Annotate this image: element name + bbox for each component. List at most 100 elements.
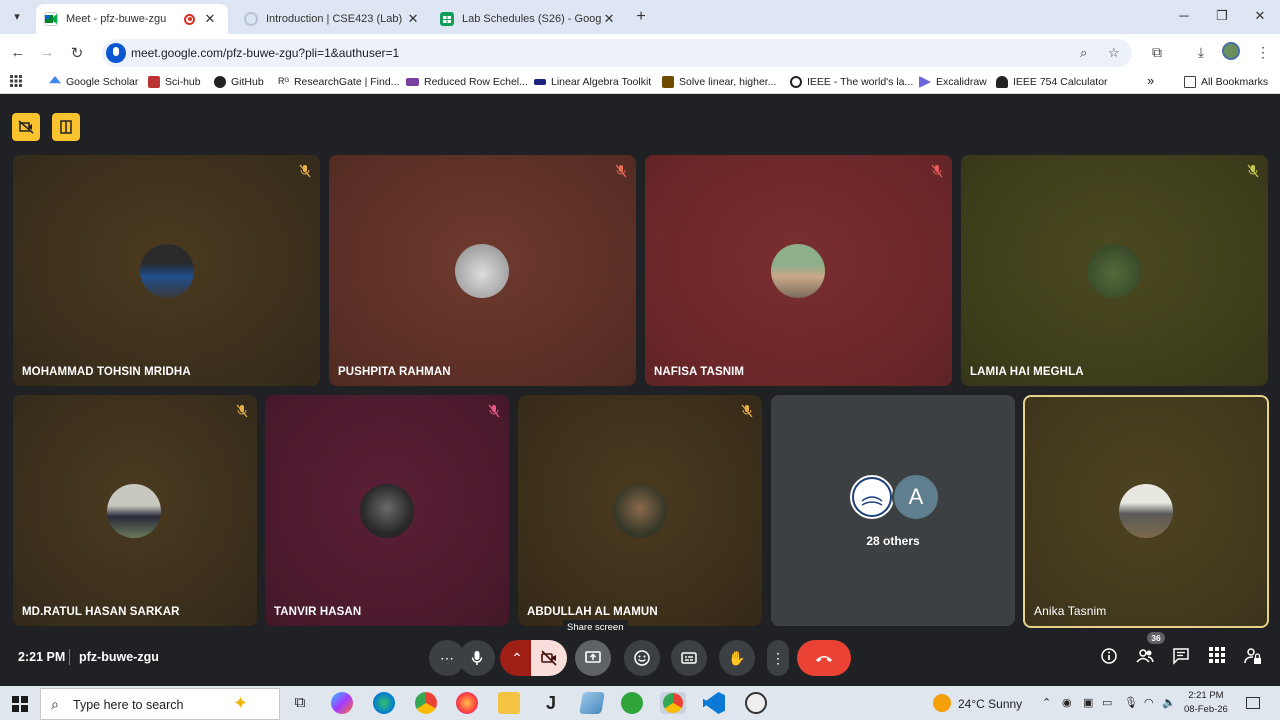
copilot-icon[interactable] (331, 692, 353, 714)
taskbar-search-box[interactable]: ⌕ Type here to search ✦ (40, 688, 280, 720)
participant-tile[interactable]: TANVIR HASAN (265, 395, 509, 626)
share-screen-tooltip: Share screen (563, 620, 628, 635)
tab-meet[interactable]: Meet - pfz-buwe-zgu ✕ (36, 4, 228, 34)
participant-tile[interactable]: MD.RATUL HASAN SARKAR (13, 395, 257, 626)
task-view-icon[interactable]: ⧉ (289, 692, 311, 714)
usb-tray-icon[interactable]: ▭ (1102, 696, 1112, 709)
tab-introduction[interactable]: Introduction | CSE423 (Lab) | CC ✕ (236, 4, 428, 34)
scihub-icon (148, 76, 160, 88)
taskbar-clock[interactable]: 2:21 PM 08-Feb-26 (1184, 689, 1228, 717)
participant-name: PUSHPITA RAHMAN (338, 366, 451, 378)
show-hidden-icons-icon[interactable]: ⌃ (1042, 696, 1051, 709)
bookmark-researchgate[interactable]: Rᴳ ResearchGate | Find... (278, 76, 399, 88)
participant-tile[interactable]: NAFISA TASNIM (645, 155, 952, 386)
more-options-button[interactable]: ⋮ (767, 640, 789, 676)
maximize-icon[interactable]: ❐ (1212, 8, 1232, 24)
captions-button[interactable] (671, 640, 707, 676)
forward-icon[interactable]: → (38, 44, 56, 61)
reactions-button[interactable] (624, 640, 660, 676)
download-icon[interactable]: ⤓ (1192, 44, 1210, 61)
host-controls-button[interactable] (1242, 647, 1264, 669)
scholar-icon (49, 76, 61, 84)
search-highlight-icon: ✦ (233, 693, 249, 713)
bookmark-github[interactable]: GitHub (214, 76, 264, 88)
file-explorer-icon[interactable] (498, 692, 520, 714)
camera-button[interactable] (531, 640, 567, 676)
profile-avatar[interactable] (1222, 42, 1240, 63)
participant-tile[interactable]: LAMIA HAI MEGHLA (961, 155, 1268, 386)
close-tab-icon[interactable]: ✕ (203, 11, 217, 27)
bookmark-sci-hub[interactable]: Sci-hub (148, 76, 201, 88)
record-tray-icon[interactable]: ◉ (1062, 696, 1072, 709)
tab-search-icon[interactable]: ▾ (8, 8, 26, 26)
microphone-in-use-icon[interactable] (106, 43, 126, 63)
bookmark-excalidraw[interactable]: Excalidraw (919, 76, 987, 88)
obs-icon[interactable] (745, 692, 767, 714)
chat-button[interactable] (1170, 647, 1192, 669)
notifications-icon[interactable] (1246, 697, 1260, 709)
vscode-icon[interactable] (703, 692, 725, 714)
windows-start-icon[interactable] (12, 696, 28, 712)
volume-icon[interactable]: 🔈 (1162, 696, 1176, 709)
close-window-icon[interactable]: ✕ (1250, 8, 1270, 24)
others-tile[interactable]: A 28 others (771, 395, 1015, 626)
zoom-icon[interactable]: ⌕ (1080, 45, 1087, 61)
close-tab-icon[interactable]: ✕ (406, 11, 420, 27)
microphone-button[interactable] (459, 640, 495, 676)
raise-hand-button[interactable]: ✋ (719, 640, 755, 676)
leave-call-button[interactable] (797, 640, 851, 676)
bookmark-solve-linear[interactable]: Solve linear, higher... (662, 76, 776, 88)
bookmark-ieee[interactable]: IEEE - The world's la... (790, 76, 913, 88)
bookmark-reduced-row[interactable]: Reduced Row Echel... (406, 76, 528, 88)
more-bookmarks-icon[interactable]: » (1147, 73, 1154, 88)
muted-mic-icon (299, 164, 311, 178)
participant-tile[interactable]: PUSHPITA RAHMAN (329, 155, 636, 386)
chrome-active-icon[interactable] (660, 692, 686, 714)
self-tile[interactable]: Anika Tasnim (1023, 395, 1269, 628)
participant-name: MD.RATUL HASAN SARKAR (22, 606, 180, 618)
weather-text[interactable]: 24°C Sunny (958, 697, 1022, 711)
apps-icon[interactable] (10, 75, 22, 87)
address-bar[interactable]: meet.google.com/pfz-buwe-zgu?pli=1&authu… (102, 39, 1132, 67)
reload-icon[interactable]: ↻ (68, 44, 86, 62)
people-button[interactable] (1134, 647, 1156, 669)
new-tab-button[interactable]: + (632, 8, 650, 26)
github-icon (214, 76, 226, 88)
tab-title: Introduction | CSE423 (Lab) | CC (266, 13, 406, 25)
weather-sun-icon[interactable] (933, 694, 951, 712)
bookmark-google-scholar[interactable]: Google Scholar (49, 76, 138, 88)
recording-indicator-button[interactable] (12, 113, 40, 141)
firefox-icon[interactable] (456, 692, 478, 714)
camera-tray-icon[interactable]: ▣ (1083, 696, 1093, 709)
bookmark-linear-algebra[interactable]: Linear Algebra Toolkit (534, 76, 651, 88)
url-text[interactable]: meet.google.com/pfz-buwe-zgu?pli=1&authu… (131, 46, 399, 60)
edge-icon[interactable] (373, 692, 395, 714)
extensions-icon[interactable]: ⧉ (1148, 44, 1166, 61)
all-bookmarks[interactable]: All Bookmarks (1184, 76, 1268, 88)
wifi-icon[interactable]: ◠ (1144, 696, 1154, 709)
video-options-button[interactable]: ⌃ (500, 640, 534, 676)
share-screen-button[interactable] (575, 640, 611, 676)
close-tab-icon[interactable]: ✕ (602, 11, 616, 27)
hang-up-icon (816, 656, 832, 662)
emath-icon (406, 78, 419, 86)
microphone-tray-icon[interactable]: 🎙 (1124, 696, 1138, 709)
activities-button[interactable] (1206, 647, 1228, 669)
java-ide-icon[interactable]: J (540, 692, 562, 714)
back-icon[interactable]: ← (9, 44, 27, 61)
participant-tile[interactable]: ABDULLAH AL MAMUN (518, 395, 762, 626)
menu-kebab-icon[interactable]: ⋮ (1254, 44, 1272, 61)
notes-icon[interactable] (579, 692, 605, 714)
bookmark-star-icon[interactable]: ☆ (1108, 45, 1120, 61)
participant-name: TANVIR HASAN (274, 606, 362, 618)
tab-lab-schedules[interactable]: Lab Schedules (S26) - Google S ✕ (432, 4, 624, 34)
participant-name: MOHAMMAD TOHSIN MRIDHA (22, 366, 191, 378)
meeting-details-button[interactable] (1098, 647, 1120, 669)
transcript-indicator-button[interactable] (52, 113, 80, 141)
bookmark-ieee754[interactable]: IEEE 754 Calculator (996, 76, 1108, 88)
participant-tile[interactable]: MOHAMMAD TOHSIN MRIDHA (13, 155, 320, 386)
chrome-icon[interactable] (415, 692, 437, 714)
browser-toolbar: ← → ↻ meet.google.com/pfz-buwe-zgu?pli=1… (0, 34, 1280, 72)
minimize-icon[interactable]: ─ (1174, 8, 1194, 23)
utorrent-icon[interactable] (621, 692, 643, 714)
